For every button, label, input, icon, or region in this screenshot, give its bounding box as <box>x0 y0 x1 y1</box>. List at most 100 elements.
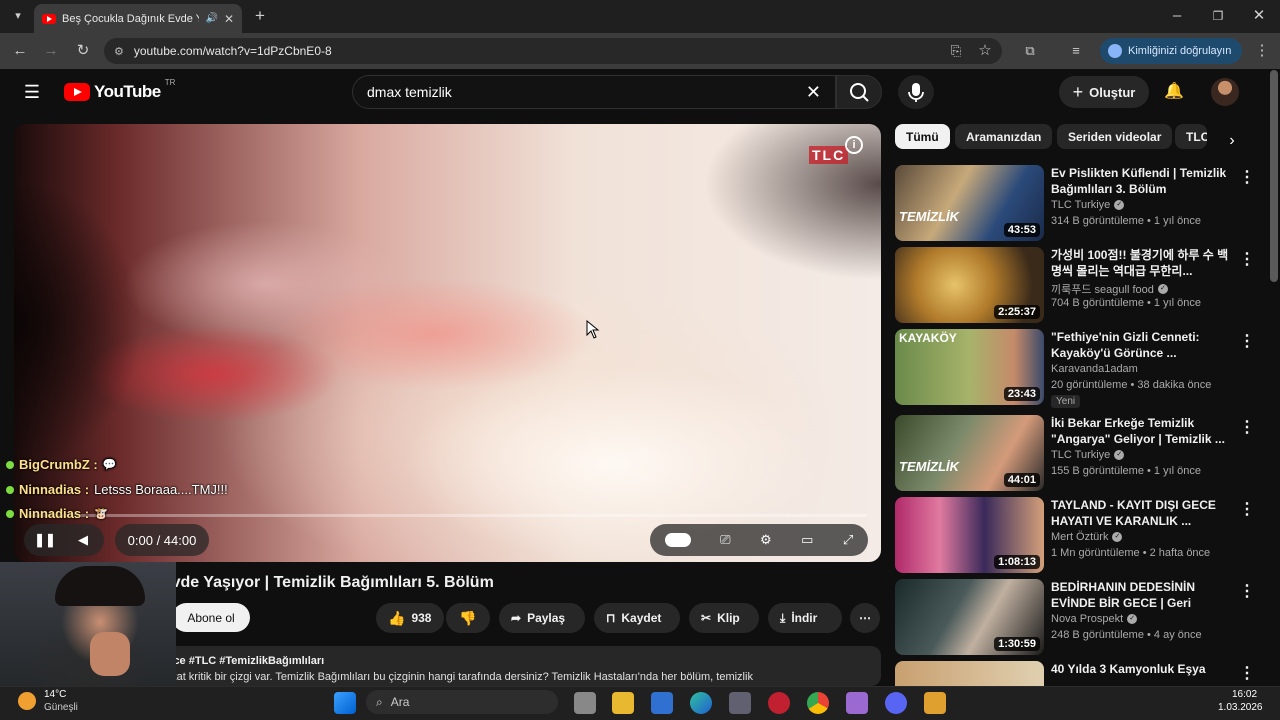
windows-start-icon[interactable] <box>334 692 356 714</box>
download-button[interactable]: ⤓ İndir <box>768 603 842 633</box>
tab-search-icon[interactable]: ▾ <box>8 6 28 26</box>
clip-button[interactable]: ✂ Klip <box>689 603 759 633</box>
more-actions-button[interactable]: ⋯ <box>850 603 880 633</box>
thumbs-up-icon: 👍 <box>388 609 406 626</box>
create-label: Oluştur <box>1089 84 1136 100</box>
back-icon[interactable]: ← <box>10 41 30 61</box>
rec-channel[interactable]: 끼룩푸드 seagull food ✓ <box>1051 281 1168 297</box>
pause-icon[interactable]: ❚❚ <box>26 532 64 548</box>
chips-next-icon[interactable]: › <box>1222 131 1242 151</box>
search-input[interactable]: dmax temizlik ✕ <box>352 75 836 109</box>
rec-channel[interactable]: TLC Turkiye ✓ <box>1051 199 1125 211</box>
page-scrollbar[interactable] <box>1270 70 1278 282</box>
install-app-icon[interactable]: ⎘ <box>946 41 966 61</box>
discord-icon[interactable] <box>885 692 907 714</box>
task-view-icon[interactable] <box>574 692 596 714</box>
chrome-icon[interactable] <box>807 692 829 714</box>
file-explorer-icon[interactable] <box>612 692 634 714</box>
thumbs-down-icon: 👎 <box>459 609 477 626</box>
theater-mode-icon[interactable]: ▭ <box>801 532 813 548</box>
reload-icon[interactable]: ↻ <box>73 41 93 61</box>
app-icon[interactable] <box>846 692 868 714</box>
site-info-icon[interactable]: ⚙ <box>114 45 124 58</box>
subtitles-icon[interactable]: ⎚ <box>720 532 730 548</box>
settings-gear-icon[interactable]: ⚙ <box>760 532 772 548</box>
more-vertical-icon[interactable]: ⋮ <box>1239 249 1255 269</box>
hamburger-menu-icon[interactable]: ☰ <box>22 82 42 102</box>
more-vertical-icon[interactable]: ⋮ <box>1239 417 1255 437</box>
forward-icon[interactable]: → <box>41 41 61 61</box>
taskbar-search[interactable]: ⌕ Ara <box>366 690 558 714</box>
recommendation-item[interactable]: 1:08:13 TAYLAND - KAYIT DIŞI GECE HAYATI… <box>895 497 1260 575</box>
clip-label: Klip <box>717 611 740 625</box>
more-vertical-icon[interactable]: ⋮ <box>1239 331 1255 351</box>
app-icon[interactable] <box>924 692 946 714</box>
rec-channel[interactable]: TLC Turkiye ✓ <box>1051 449 1125 461</box>
rec-views: 1 Mn görüntüleme • 2 hafta önce <box>1051 547 1211 559</box>
fullscreen-icon[interactable]: ⤢ <box>843 532 853 548</box>
minimize-icon[interactable]: – <box>1167 6 1187 26</box>
chip-all[interactable]: Tümü <box>895 124 950 149</box>
notifications-bell-icon[interactable]: 🔔 <box>1164 82 1184 102</box>
browser-tab-bar: ▾ Beş Çocukla Dağınık Evde Y 🔊 ✕ + – ❐ ✕ <box>0 0 1280 33</box>
rec-channel[interactable]: Nova Prospekt ✓ <box>1051 613 1138 625</box>
rec-channel[interactable]: Mert Öztürk ✓ <box>1051 531 1123 543</box>
weather-sun-icon[interactable] <box>18 692 36 710</box>
chip-from-series[interactable]: Seriden videolar <box>1057 124 1173 149</box>
rec-views: 248 B görüntüleme • 4 ay önce <box>1051 629 1202 641</box>
chip-tlc[interactable]: TLC <box>1175 124 1207 149</box>
share-button[interactable]: ➦ Paylaş <box>499 603 585 633</box>
media-control-icon[interactable]: ≡ <box>1066 41 1086 61</box>
rec-channel[interactable]: Karavanda1adam <box>1051 363 1138 375</box>
recommendation-item[interactable]: 40 Yılda 3 Kamyonluk Eşya ⋮ <box>895 661 1260 686</box>
recommendation-item[interactable]: KAYAKÖY 23:43 "Fethiye'nin Gizli Cenneti… <box>895 329 1260 408</box>
maximize-icon[interactable]: ❐ <box>1208 6 1228 26</box>
thumbnail: TEMİZLİK 44:01 <box>895 415 1044 491</box>
tab-close-icon[interactable]: ✕ <box>224 12 234 26</box>
app-icon[interactable] <box>768 692 790 714</box>
youtube-play-logo-icon <box>64 83 90 101</box>
calculator-icon[interactable] <box>729 692 751 714</box>
recommendation-item[interactable]: TEMİZLİK 43:53 Ev Pislikten Küflendi | T… <box>895 165 1260 243</box>
extensions-icon[interactable]: ⧉ <box>1020 41 1040 61</box>
browser-tab[interactable]: Beş Çocukla Dağınık Evde Y 🔊 ✕ <box>34 4 242 33</box>
window-close-icon[interactable]: ✕ <box>1249 6 1269 26</box>
recommendation-item[interactable]: TEMİZLİK 44:01 İki Bekar Erkeğe Temizlik… <box>895 415 1260 493</box>
rec-title: "Fethiye'nin Gizli Cenneti: Kayaköy'ü Gö… <box>1051 330 1200 360</box>
new-tab-icon[interactable]: + <box>250 6 270 26</box>
subscribe-button[interactable]: Abone ol <box>172 603 250 632</box>
volume-icon[interactable]: ◀ <box>64 532 102 548</box>
like-button[interactable]: 👍 938 <box>376 603 444 633</box>
play-volume-controls: ❚❚ ◀ <box>24 524 104 556</box>
youtube-logo[interactable]: YouTube TR <box>64 78 175 102</box>
profile-icon <box>1108 44 1122 58</box>
create-button[interactable]: + Oluştur <box>1059 76 1149 108</box>
autoplay-toggle[interactable] <box>664 533 691 547</box>
dislike-button[interactable]: 👎 <box>446 603 490 633</box>
save-button[interactable]: ⊓ Kaydet <box>594 603 680 633</box>
info-icon[interactable]: i <box>845 136 863 154</box>
more-vertical-icon[interactable]: ⋮ <box>1239 663 1255 683</box>
edge-icon[interactable] <box>690 692 712 714</box>
audio-playing-icon[interactable]: 🔊 <box>205 13 217 24</box>
progress-bar[interactable] <box>28 514 867 517</box>
account-avatar[interactable] <box>1211 78 1239 106</box>
verified-icon: ✓ <box>1114 450 1125 460</box>
more-vertical-icon[interactable]: ⋮ <box>1239 167 1255 187</box>
clear-search-icon[interactable]: ✕ <box>806 82 821 103</box>
verify-identity-button[interactable]: Kimliğinizi doğrulayın <box>1100 38 1242 64</box>
more-vertical-icon[interactable]: ⋮ <box>1239 499 1255 519</box>
bookmark-star-icon[interactable]: ☆ <box>975 41 995 61</box>
recommendation-item[interactable]: 1:30:59 BEDİRHANIN DEDESİNİN EVİNDE BİR … <box>895 579 1260 657</box>
recommendation-item[interactable]: 2:25:37 가성비 100점!! 불경기에 하루 수 백명씩 몰리는 역대급… <box>895 247 1260 325</box>
more-vertical-icon[interactable]: ⋮ <box>1239 581 1255 601</box>
chip-from-search[interactable]: Aramanızdan <box>955 124 1053 149</box>
rec-views: 155 B görüntüleme • 1 yıl önce <box>1051 465 1201 477</box>
url-field[interactable]: ⚙ youtube.com/watch?v=1dPzCbnE0-8 <box>104 38 1002 64</box>
microphone-icon <box>908 83 924 102</box>
browser-menu-icon[interactable]: ⋮ <box>1252 41 1272 61</box>
duration: 1:30:59 <box>994 637 1040 651</box>
mail-icon[interactable] <box>651 692 673 714</box>
search-button[interactable] <box>836 75 882 109</box>
voice-search-button[interactable] <box>898 75 934 109</box>
